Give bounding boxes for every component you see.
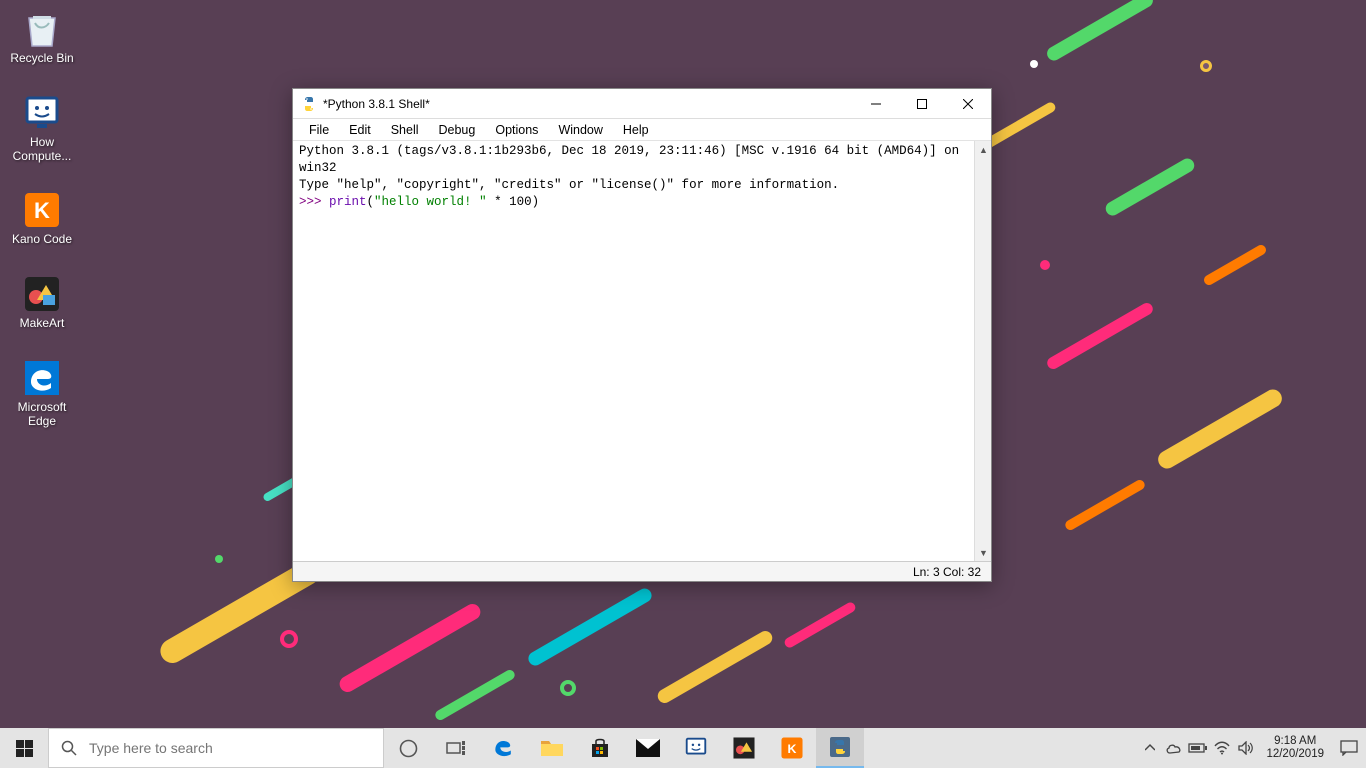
start-button[interactable] [0,728,48,768]
tray-onedrive[interactable] [1162,728,1186,768]
monitor-smile-icon [683,735,709,761]
svg-text:K: K [34,198,50,223]
shell-string: "hello world! " [374,195,487,209]
tray-wifi[interactable] [1210,728,1234,768]
clock-time: 9:18 AM [1274,735,1316,748]
window-title: *Python 3.8.1 Shell* [323,97,430,111]
monitor-smile-icon [21,92,63,134]
tray-volume[interactable] [1234,728,1258,768]
minimize-button[interactable] [853,89,899,119]
svg-text:K: K [788,742,797,756]
shell-prompt: >>> [299,195,329,209]
menu-help[interactable]: Help [613,121,659,139]
vertical-scrollbar[interactable]: ▲ ▼ [974,141,991,561]
menu-debug[interactable]: Debug [429,121,486,139]
shell-paren: ( [367,195,375,209]
scroll-down-button[interactable]: ▼ [975,544,992,561]
shell-banner-1: Python 3.8.1 (tags/v3.8.1:1b293b6, Dec 1… [299,144,967,175]
notification-icon [1340,740,1358,756]
action-center-button[interactable] [1332,740,1366,756]
taskbar-edge[interactable] [480,728,528,768]
shell-rest: * 100) [487,195,540,209]
taskbar-how-computers[interactable] [672,728,720,768]
desktop-icon-how-computers[interactable]: How Compute... [6,92,78,164]
cursor-position: Ln: 3 Col: 32 [913,565,981,579]
menu-bar: File Edit Shell Debug Options Window Hel… [293,119,991,141]
idle-window: *Python 3.8.1 Shell* File Edit Shell Deb… [292,88,992,582]
make-art-icon [21,273,63,315]
desktop-icon-label: Kano Code [12,233,72,247]
taskbar-make-art[interactable] [720,728,768,768]
taskbar-search[interactable] [48,728,384,768]
desktop-icon-label: MakeArt [20,317,65,331]
python-idle-icon [301,96,317,112]
taskbar-store[interactable] [576,728,624,768]
taskbar-clock[interactable]: 9:18 AM 12/20/2019 [1258,735,1332,760]
python-idle-icon [828,735,852,759]
menu-file[interactable]: File [299,121,339,139]
scroll-up-button[interactable]: ▲ [975,141,992,158]
clock-date: 12/20/2019 [1266,748,1324,761]
cloud-icon [1165,742,1183,754]
menu-options[interactable]: Options [485,121,548,139]
desktop-icons: Recycle Bin How Compute... K Kano Code M… [6,8,86,455]
search-icon [61,740,77,756]
chevron-up-icon [1145,743,1155,753]
desktop-icon-label: Microsoft Edge [18,401,67,429]
close-button[interactable] [945,89,991,119]
shell-banner-2: Type "help", "copyright", "credits" or "… [299,178,839,192]
folder-icon [540,738,564,758]
taskbar: K 9:18 AM 12/20/2019 [0,728,1366,768]
desktop-icon-label: How Compute... [13,136,72,164]
kano-code-icon: K [21,189,63,231]
edge-icon [491,735,517,761]
wifi-icon [1214,741,1230,755]
status-bar: Ln: 3 Col: 32 [293,561,991,581]
taskbar-taskview[interactable] [432,728,480,768]
edge-icon [21,357,63,399]
taskbar-mail[interactable] [624,728,672,768]
taskbar-explorer[interactable] [528,728,576,768]
windows-logo-icon [16,740,33,757]
tray-battery[interactable] [1186,728,1210,768]
desktop-icon-edge[interactable]: Microsoft Edge [6,357,78,429]
make-art-icon [731,735,757,761]
menu-shell[interactable]: Shell [381,121,429,139]
recycle-bin-icon [21,8,63,50]
menu-edit[interactable]: Edit [339,121,381,139]
search-input[interactable] [89,740,371,756]
mail-icon [636,739,660,757]
taskbar-idle[interactable] [816,728,864,768]
maximize-button[interactable] [899,89,945,119]
tray-overflow[interactable] [1138,728,1162,768]
window-titlebar[interactable]: *Python 3.8.1 Shell* [293,89,991,119]
desktop-icon-kano-code[interactable]: K Kano Code [6,189,78,247]
desktop-icon-label: Recycle Bin [10,52,73,66]
taskbar-kano-code[interactable]: K [768,728,816,768]
system-tray: 9:18 AM 12/20/2019 [1138,728,1366,768]
store-icon [589,737,611,759]
desktop-icon-recycle-bin[interactable]: Recycle Bin [6,8,78,66]
taskbar-cortana[interactable] [384,728,432,768]
cortana-icon [399,739,418,758]
shell-text-area[interactable]: Python 3.8.1 (tags/v3.8.1:1b293b6, Dec 1… [293,141,974,561]
speaker-icon [1238,741,1254,755]
menu-window[interactable]: Window [548,121,612,139]
battery-icon [1188,742,1208,754]
kano-code-icon: K [779,735,805,761]
desktop-icon-make-art[interactable]: MakeArt [6,273,78,331]
taskview-icon [446,740,466,756]
shell-func: print [329,195,367,209]
